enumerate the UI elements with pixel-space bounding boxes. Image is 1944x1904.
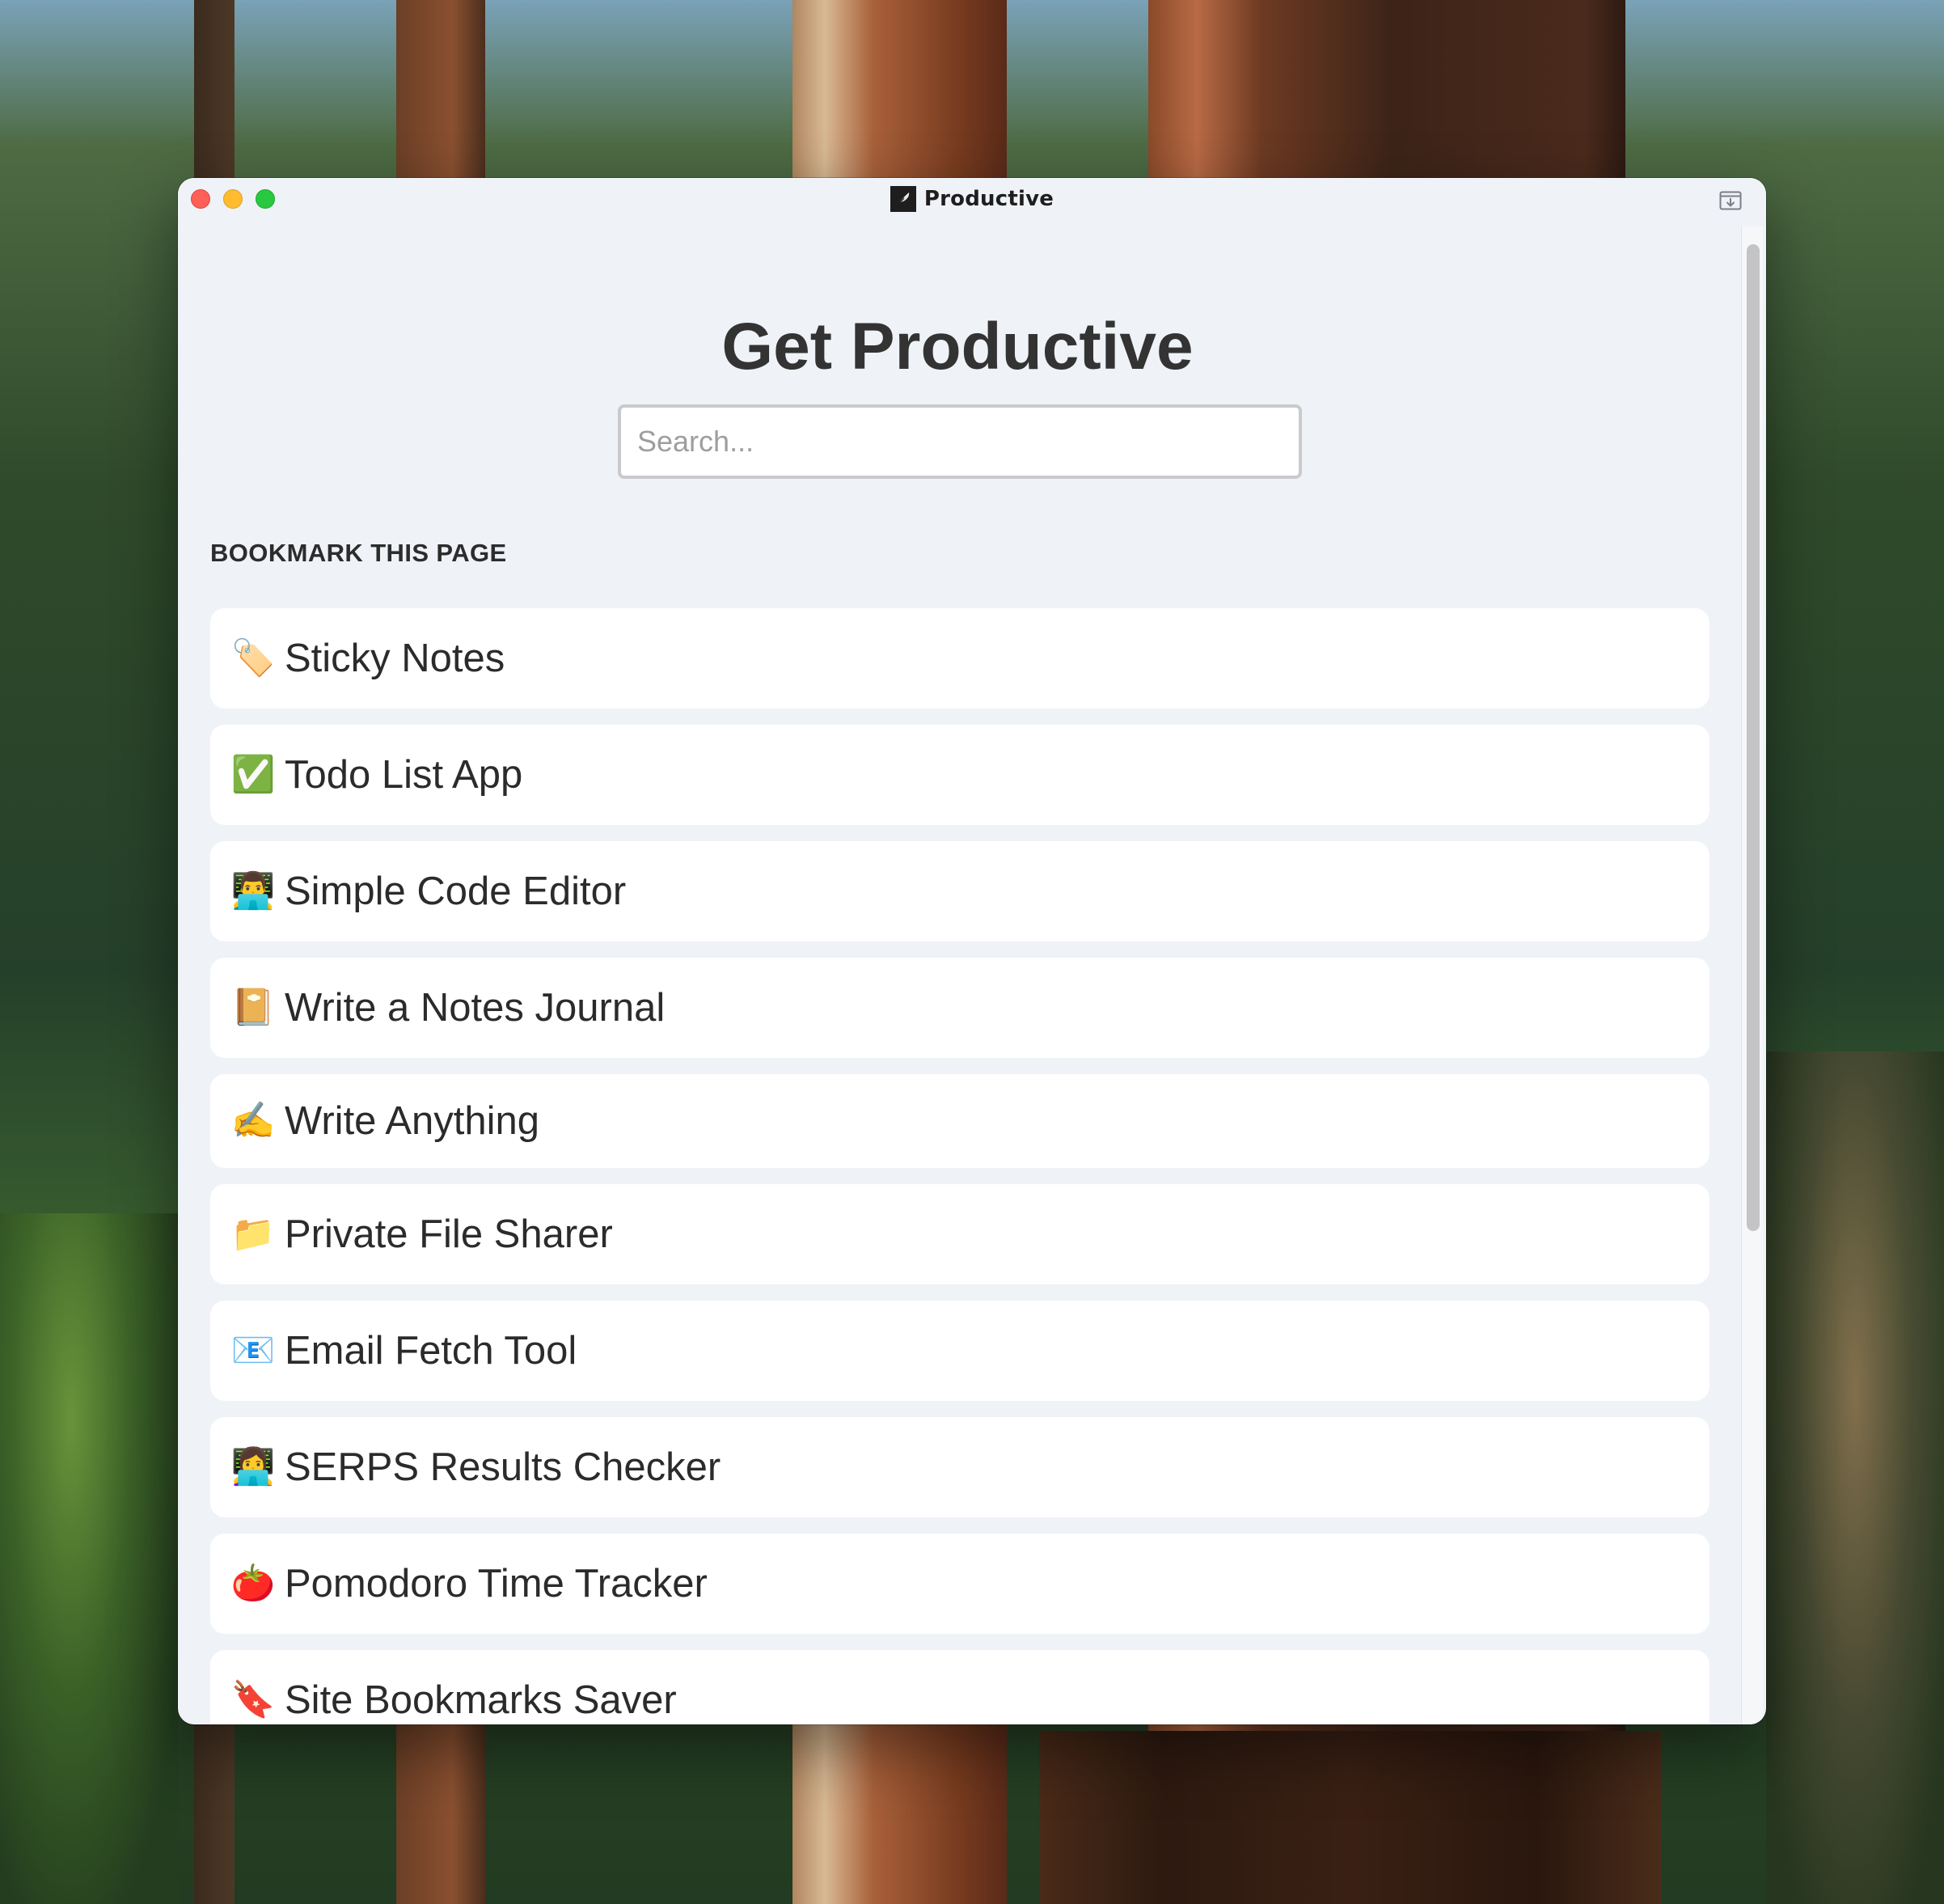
list-item-write-anything[interactable]: ✍️ Write Anything <box>210 1074 1709 1168</box>
list-item-label: Simple Code Editor <box>285 869 627 913</box>
search-input[interactable] <box>618 404 1302 479</box>
wallpaper-tree-trunk <box>1039 1731 1662 1904</box>
list-item-label: Write a Notes Journal <box>285 986 666 1030</box>
notebook-icon: 📔 <box>230 988 276 1027</box>
scrollbar-thumb[interactable] <box>1747 244 1760 1231</box>
folder-icon: 📁 <box>230 1214 276 1254</box>
list-item-label: Write Anything <box>285 1099 540 1143</box>
list-item-label: SERPS Results Checker <box>285 1445 721 1489</box>
wallpaper-foliage-left <box>0 1213 178 1904</box>
window-title-group: Productive <box>178 186 1766 212</box>
window-title: Productive <box>923 187 1054 211</box>
list-item-label: Todo List App <box>285 753 523 797</box>
page-title: Get Productive <box>721 310 1194 383</box>
list-item-site-bookmarks-saver[interactable]: 🔖 Site Bookmarks Saver <box>210 1650 1709 1724</box>
app-window: Productive Get Productive BOOKMARK THIS … <box>178 178 1766 1724</box>
list-item-sticky-notes[interactable]: 🏷️ Sticky Notes <box>210 608 1709 709</box>
list-item-todo-list-app[interactable]: ✅ Todo List App <box>210 725 1709 825</box>
list-item-notes-journal[interactable]: 📔 Write a Notes Journal <box>210 958 1709 1058</box>
feather-icon <box>890 186 916 212</box>
title-bar[interactable]: Productive <box>178 178 1766 220</box>
page-content: Get Productive BOOKMARK THIS PAGE 🏷️ Sti… <box>178 220 1737 1724</box>
list-item-serps-results-checker[interactable]: 👩‍💻 SERPS Results Checker <box>210 1417 1709 1517</box>
check-mark-button-icon: ✅ <box>230 755 276 794</box>
list-item-email-fetch-tool[interactable]: 📧 Email Fetch Tool <box>210 1301 1709 1401</box>
email-icon: 📧 <box>230 1331 276 1370</box>
download-to-window-icon[interactable] <box>1719 191 1742 210</box>
woman-technologist-icon: 👩‍💻 <box>230 1447 276 1487</box>
list-item-pomodoro-time-tracker[interactable]: 🍅 Pomodoro Time Tracker <box>210 1534 1709 1634</box>
list-item-label: Sticky Notes <box>285 637 505 680</box>
vertical-scrollbar[interactable] <box>1741 226 1763 1724</box>
man-technologist-icon: 👨‍💻 <box>230 871 276 911</box>
wallpaper-foliage-right <box>1766 1051 1944 1904</box>
bookmark-list: 🏷️ Sticky Notes ✅ Todo List App 👨‍💻 Simp… <box>210 608 1709 1724</box>
bookmark-tag-icon: 🔖 <box>230 1680 276 1720</box>
list-item-label: Site Bookmarks Saver <box>285 1678 677 1722</box>
list-item-label: Private File Sharer <box>285 1212 613 1256</box>
list-item-private-file-sharer[interactable]: 📁 Private File Sharer <box>210 1184 1709 1284</box>
list-item-label: Email Fetch Tool <box>285 1329 577 1373</box>
list-item-simple-code-editor[interactable]: 👨‍💻 Simple Code Editor <box>210 841 1709 941</box>
tag-icon: 🏷️ <box>230 638 276 678</box>
list-item-label: Pomodoro Time Tracker <box>285 1562 708 1606</box>
section-label: BOOKMARK THIS PAGE <box>210 539 507 567</box>
tomato-icon: 🍅 <box>230 1563 276 1603</box>
writing-hand-icon: ✍️ <box>230 1101 276 1140</box>
